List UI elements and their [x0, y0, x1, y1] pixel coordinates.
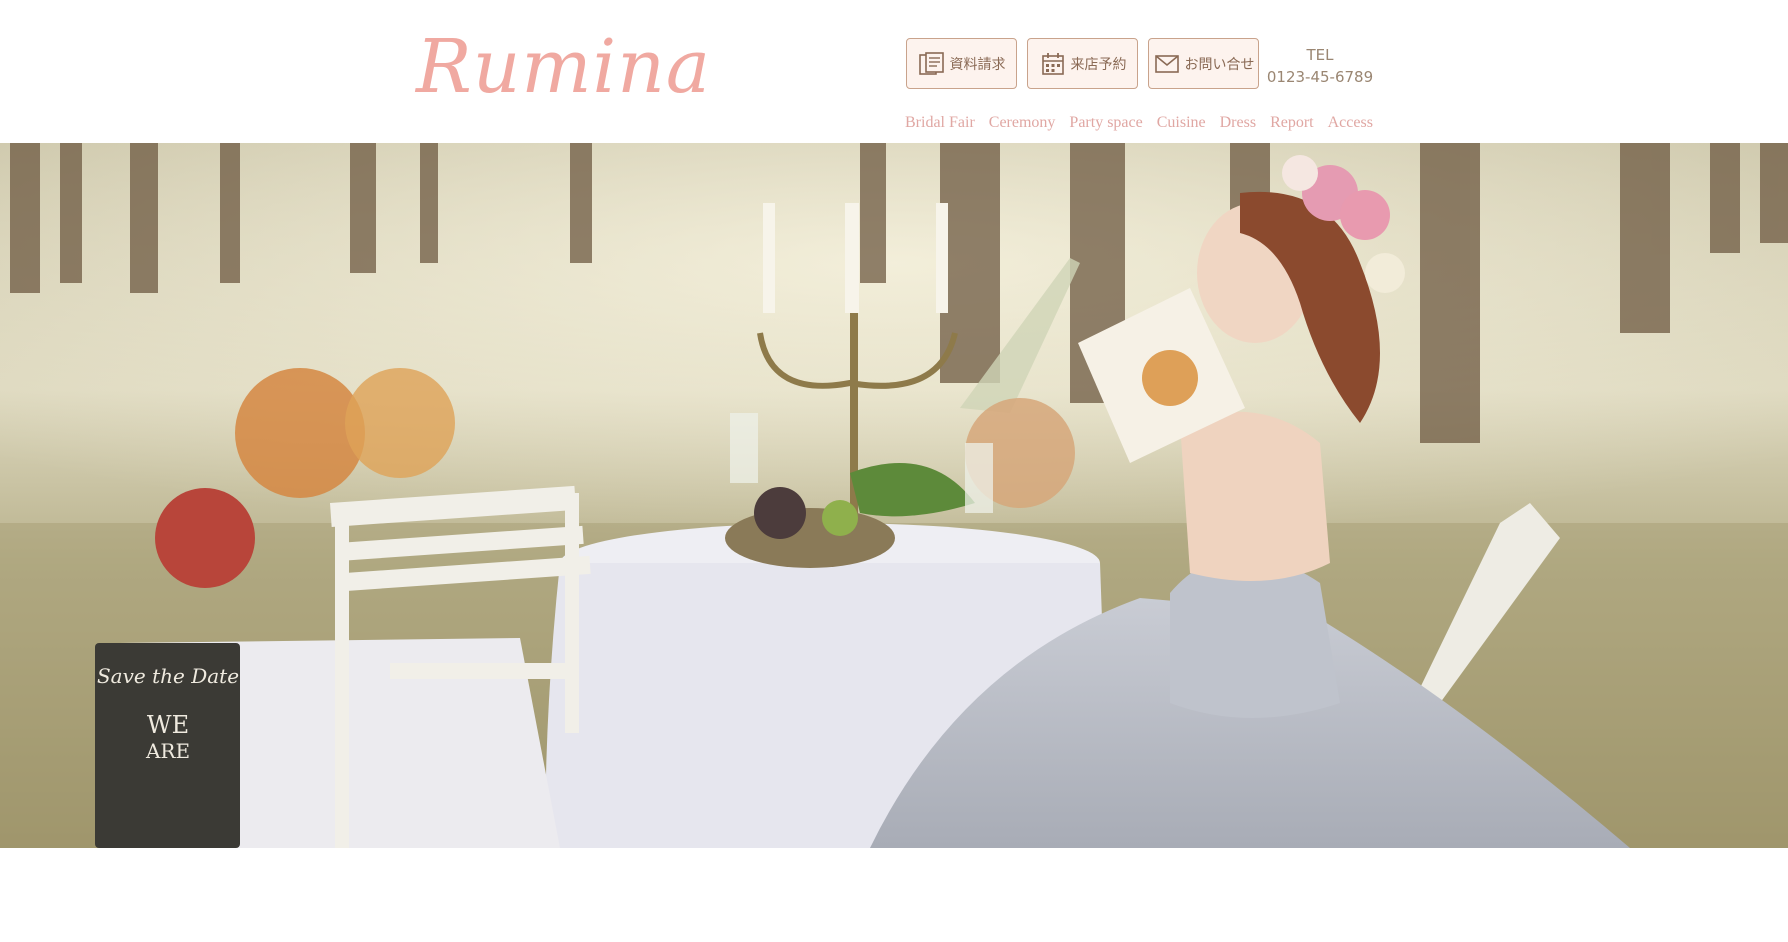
tel-number: 0123-45-6789 [1266, 68, 1374, 86]
brochure-request-button[interactable]: 資料請求 [906, 38, 1017, 89]
calendar-icon [1039, 50, 1067, 78]
contact-label: お問い合せ [1184, 56, 1255, 73]
document-icon [918, 50, 946, 78]
visit-reservation-label: 来店予約 [1070, 56, 1127, 73]
nav-item-bridal-fair[interactable]: Bridal Fair [905, 114, 975, 132]
nav-item-cuisine[interactable]: Cuisine [1157, 114, 1206, 132]
chalkboard-text-2: WE [147, 711, 189, 739]
main-nav: Bridal Fair Ceremony Party space Cuisine… [905, 114, 1373, 132]
phone-contact[interactable]: TEL 0123-45-6789 [1264, 44, 1376, 88]
nav-item-access[interactable]: Access [1328, 114, 1373, 132]
tel-label: TEL [1306, 46, 1334, 64]
chalkboard-text-1: Save the Date [97, 664, 239, 688]
brochure-request-label: 資料請求 [949, 56, 1006, 73]
site-header: Rumina 資料請求 来店予約 お問い合せ TEL 0123-45-6789 … [0, 0, 1788, 143]
nav-item-dress[interactable]: Dress [1220, 114, 1256, 132]
visit-reservation-button[interactable]: 来店予約 [1027, 38, 1138, 89]
site-logo[interactable]: Rumina [416, 22, 710, 112]
wedding-photo: Save the Date WE ARE [0, 143, 1788, 848]
nav-item-report[interactable]: Report [1270, 114, 1314, 132]
contact-button[interactable]: お問い合せ [1148, 38, 1259, 89]
hero-image: Save the Date WE ARE [0, 143, 1788, 848]
nav-item-party-space[interactable]: Party space [1069, 114, 1142, 132]
nav-item-ceremony[interactable]: Ceremony [989, 114, 1056, 132]
chalkboard-text-3: ARE [145, 739, 190, 763]
mail-icon [1153, 50, 1181, 78]
header-actions: 資料請求 来店予約 お問い合せ [906, 38, 1259, 89]
